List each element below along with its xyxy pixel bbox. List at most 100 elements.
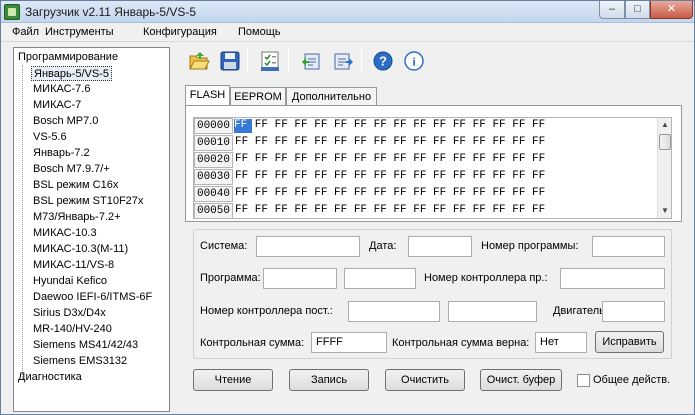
hex-address: 00020: [194, 152, 233, 168]
scroll-up-icon[interactable]: ▲: [658, 119, 672, 131]
date-field[interactable]: [408, 236, 472, 257]
download-icon: [302, 53, 320, 70]
hex-bytes[interactable]: FF FF FF FF FF FF FF FF FF FF FF FF FF F…: [235, 187, 545, 199]
scroll-down-icon[interactable]: ▼: [658, 205, 672, 217]
tree-item[interactable]: МИКАС-7: [33, 98, 81, 113]
checksum-field[interactable]: FFFF: [311, 332, 387, 353]
tree-item[interactable]: Bosch MP7.0: [33, 114, 98, 129]
hex-address: 00000: [194, 118, 233, 134]
program-field-1[interactable]: [263, 268, 337, 289]
program-field-2[interactable]: [344, 268, 416, 289]
controller-number-post-label: Номер контроллера пост.:: [200, 305, 333, 317]
tree-item[interactable]: Daewoo IEFI-6/ITMS-6F: [33, 290, 152, 305]
tree-item[interactable]: Siemens EMS3132: [33, 354, 127, 369]
hex-address: 00040: [194, 186, 233, 202]
common-action-label: Общее действ.: [593, 374, 671, 386]
read-button[interactable]: Чтение: [193, 369, 273, 391]
program-number-label: Номер программы:: [481, 240, 579, 252]
checksum-ok-label: Контрольная сумма верна:: [392, 337, 530, 349]
tree-item-selected[interactable]: Январь-5/VS-5: [31, 66, 112, 81]
toolbar-separator: [361, 48, 362, 73]
toolbar-separator: [288, 48, 289, 73]
controller-number-post-field-1[interactable]: [348, 301, 440, 322]
open-folder-icon: [189, 52, 210, 70]
tree-item[interactable]: МИКАС-10.3(М-11): [33, 242, 128, 257]
fix-checksum-button[interactable]: Исправить: [595, 331, 664, 353]
help-button[interactable]: ?: [369, 47, 396, 74]
tree-item[interactable]: BSL режим ST10F27x: [33, 194, 143, 209]
download-button[interactable]: [297, 47, 324, 74]
tab-additional[interactable]: Дополнительно: [286, 87, 377, 107]
tree-item[interactable]: Sirius D3x/D4x: [33, 306, 106, 321]
upload-button[interactable]: [329, 47, 356, 74]
hex-bytes[interactable]: FF FF FF FF FF FF FF FF FF FF FF FF FF F…: [235, 119, 545, 131]
tab-eeprom[interactable]: EEPROM: [230, 87, 286, 107]
tree-item[interactable]: BSL режим C16x: [33, 178, 118, 193]
controller-number-pr-field[interactable]: [560, 268, 665, 289]
scroll-thumb[interactable]: [659, 134, 671, 150]
tab-flash[interactable]: FLASH: [185, 85, 230, 107]
minimize-button[interactable]: –: [599, 1, 625, 19]
hex-scrollbar[interactable]: ▲ ▼: [657, 118, 671, 218]
upload-icon: [334, 53, 353, 70]
menu-tools[interactable]: Инструменты: [45, 26, 114, 38]
tree-item[interactable]: М73/Январь-7.2+: [33, 210, 121, 225]
hex-bytes[interactable]: FF FF FF FF FF FF FF FF FF FF FF FF FF F…: [235, 170, 545, 182]
controller-number-post-field-2[interactable]: [448, 301, 537, 322]
tree-item[interactable]: МИКАС-10.3: [33, 226, 97, 241]
hex-bytes[interactable]: FF FF FF FF FF FF FF FF FF FF FF FF FF F…: [235, 136, 545, 148]
date-label: Дата:: [369, 240, 397, 252]
hex-bytes[interactable]: FF FF FF FF FF FF FF FF FF FF FF FF FF F…: [235, 204, 545, 216]
common-action-checkbox[interactable]: [577, 374, 590, 387]
tree-item[interactable]: Hyundai Kefico: [33, 274, 107, 289]
open-button[interactable]: [185, 47, 212, 74]
controller-number-pr-label: Номер контроллера пр.:: [424, 272, 548, 284]
menu-help[interactable]: Помощь: [238, 26, 281, 38]
hex-address: 00030: [194, 169, 233, 185]
help-icon: ?: [373, 51, 393, 71]
close-button[interactable]: ✕: [650, 1, 693, 19]
save-button[interactable]: [216, 47, 243, 74]
hex-editor[interactable]: 00000 FF FF FF FF FF FF FF FF FF FF FF F…: [193, 117, 672, 219]
tree-root-diagnostics[interactable]: Диагностика: [18, 370, 82, 385]
info-button[interactable]: i: [400, 47, 427, 74]
info-icon: i: [404, 51, 424, 71]
menu-bar: Файл Инструменты Конфигурация Помощь: [1, 24, 694, 42]
engine-field[interactable]: [602, 301, 665, 322]
hex-cursor[interactable]: FF: [234, 119, 252, 133]
system-label: Система:: [200, 240, 248, 252]
tree-root-programming[interactable]: Программирование: [18, 50, 118, 65]
tree-item[interactable]: МИКАС-7.6: [33, 82, 90, 97]
system-field[interactable]: [256, 236, 360, 257]
menu-config[interactable]: Конфигурация: [143, 26, 217, 38]
checklist-icon: [261, 51, 279, 71]
checksum-label: Контрольная сумма:: [200, 337, 305, 349]
svg-text:?: ?: [379, 54, 387, 69]
menu-file[interactable]: Файл: [12, 26, 39, 38]
tree-item[interactable]: Январь-7.2: [33, 146, 90, 161]
program-label: Программа:: [200, 272, 261, 284]
maximize-button[interactable]: □: [625, 1, 650, 19]
tree-item[interactable]: Siemens MS41/42/43: [33, 338, 138, 353]
clear-button[interactable]: Очистить: [385, 369, 465, 391]
title-bar[interactable]: Загрузчик v2.11 Январь-5/VS-5 – □ ✕: [1, 1, 694, 23]
program-number-field[interactable]: [592, 236, 665, 257]
app-icon: [4, 4, 20, 20]
main-window: Загрузчик v2.11 Январь-5/VS-5 – □ ✕ Файл…: [0, 0, 695, 415]
tree-item[interactable]: VS-5.6: [33, 130, 67, 145]
checksum-ok-field[interactable]: Нет: [535, 332, 587, 353]
hex-bytes[interactable]: FF FF FF FF FF FF FF FF FF FF FF FF FF F…: [235, 153, 545, 165]
tree-item[interactable]: Bosch M7.9.7/+: [33, 162, 110, 177]
clear-buffer-button[interactable]: Очист. буфер: [480, 369, 562, 391]
tree-item[interactable]: MR-140/HV-240: [33, 322, 112, 337]
checklist-button[interactable]: [256, 47, 283, 74]
function-tree: Программирование Январь-5/VS-5 МИКАС-7.6…: [13, 47, 170, 412]
window-title: Загрузчик v2.11 Январь-5/VS-5: [25, 5, 197, 19]
engine-label: Двигатель:: [553, 305, 608, 317]
hex-address: 00010: [194, 135, 233, 151]
write-button[interactable]: Запись: [289, 369, 369, 391]
tree-item[interactable]: МИКАС-11/VS-8: [33, 258, 114, 273]
save-icon: [220, 51, 240, 71]
toolbar-separator: [247, 48, 248, 73]
hex-address: 00050: [194, 203, 233, 218]
